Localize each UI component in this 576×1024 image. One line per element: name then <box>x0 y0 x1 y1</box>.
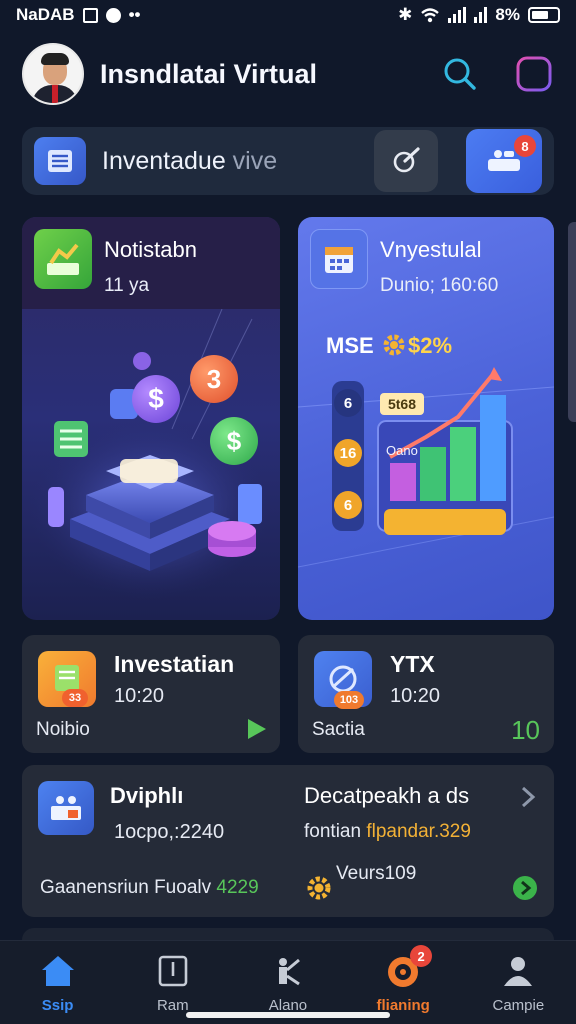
card-subtitle: Dunio; 160:60 <box>380 275 499 296</box>
card-title: Notistabn <box>104 237 197 262</box>
document-money-icon: 33 <box>38 651 96 707</box>
person-icon <box>504 957 533 986</box>
side-button[interactable]: 6 <box>334 389 362 417</box>
chart-label: Oano <box>386 443 418 458</box>
calendar-icon <box>310 229 368 289</box>
card-footer-text: Gaanensriun Fuoalv 4229 <box>40 877 259 898</box>
coin-icon: $ <box>132 375 180 423</box>
messenger-icon <box>105 7 121 23</box>
card-secondary-title: Decatpeakh a ds <box>304 783 470 808</box>
wide-summary-card[interactable]: Dviphlı 1ocpo,:2240 Decatpeakh a ds font… <box>22 765 554 917</box>
play-circle-icon[interactable] <box>512 875 538 901</box>
battery-icon <box>528 7 560 23</box>
nav-item-alano[interactable]: Alano <box>238 951 338 1014</box>
card-time: 10:20 <box>114 685 165 707</box>
signal-icon <box>448 7 467 23</box>
metric-label: MSE <box>326 333 374 358</box>
nav-item-ram[interactable]: Ram <box>123 951 223 1014</box>
search-bar[interactable]: Inventadue vive 8 <box>22 127 554 195</box>
side-button[interactable]: 16 <box>334 439 362 467</box>
power-icon <box>516 56 552 92</box>
card-time: 10:20 <box>390 685 441 707</box>
chevron-right-icon[interactable] <box>520 785 536 809</box>
app-title: Insndlatai Virtual <box>100 58 318 89</box>
server-stack-illustration <box>30 309 270 599</box>
search-button[interactable] <box>440 54 480 94</box>
summary-card[interactable]: 103 YTX 10:20 Sactia 10 <box>298 635 554 753</box>
next-card-peek <box>568 222 576 422</box>
signal-icon-2 <box>474 7 488 23</box>
card-title: YTX <box>390 651 435 677</box>
nav-item-home[interactable]: Ssip <box>8 951 108 1014</box>
notifications-button[interactable]: 8 <box>466 129 542 193</box>
summary-card[interactable]: 33 Investatian 10:20 Noibio <box>22 635 280 753</box>
coin-icon: $ <box>210 417 258 465</box>
metric-value: $2% <box>408 333 453 358</box>
status-carrier-text: NaDAB <box>16 5 75 24</box>
wifi-icon <box>421 8 440 23</box>
avatar[interactable] <box>22 43 84 105</box>
nav-item-flianing[interactable]: 2 flianing <box>353 945 453 1014</box>
app-header: Insndlatai Virtual <box>0 34 576 114</box>
coin-icon: 3 <box>190 355 238 403</box>
nav-item-campie[interactable]: Campie <box>468 951 568 1014</box>
search-icon <box>444 58 476 90</box>
app-notification-icon <box>82 7 98 23</box>
stack-icon <box>34 137 86 185</box>
status-bar: NaDAB •• ✱ 8% <box>0 0 576 30</box>
card-footer-secondary: Veurs109 <box>336 863 417 884</box>
card-label: Sactia <box>312 719 365 740</box>
bluetooth-icon: ✱ <box>398 5 413 24</box>
pencil-icon <box>393 147 420 173</box>
home-icon <box>41 956 74 986</box>
notification-badge: 8 <box>514 135 536 157</box>
card-subtitle: 11 ya <box>104 275 150 296</box>
target-chart-icon: 103 <box>314 651 372 709</box>
card-secondary-subtitle: fontian flpandar.329 <box>304 821 471 842</box>
card-title: Dviphlı <box>110 783 184 808</box>
battery-percent: 8% <box>495 5 520 24</box>
workspace-icon <box>38 781 94 835</box>
gear-icon <box>307 876 331 900</box>
card-title: Investatian <box>114 651 235 677</box>
play-icon[interactable] <box>244 717 268 741</box>
power-button[interactable] <box>514 54 554 94</box>
feature-card-right[interactable]: Vnyestulal Dunio; 160:60 MSE $2% 6 16 6 … <box>298 217 554 620</box>
nav-badge: 2 <box>410 945 433 967</box>
card-title: Vnyestulal <box>380 237 482 262</box>
feature-card-left[interactable]: Notistabn 11 ya $ 3 $ <box>22 217 280 620</box>
card-value: 1ocpo,:2240 <box>114 821 225 843</box>
card-count: 10 <box>511 715 540 745</box>
home-indicator[interactable] <box>186 1012 390 1018</box>
document-icon <box>158 955 188 987</box>
more-notifications-icon: •• <box>128 5 141 24</box>
card-label: Noibio <box>36 719 90 740</box>
side-button[interactable]: 6 <box>334 491 362 519</box>
gear-icon <box>383 334 405 356</box>
chart-growth-icon <box>34 229 92 289</box>
edit-button[interactable] <box>374 130 438 192</box>
search-field-text[interactable]: Inventadue vive <box>102 147 374 176</box>
chart-person-icon <box>278 958 300 986</box>
value-pill: 5t68 <box>380 393 424 415</box>
